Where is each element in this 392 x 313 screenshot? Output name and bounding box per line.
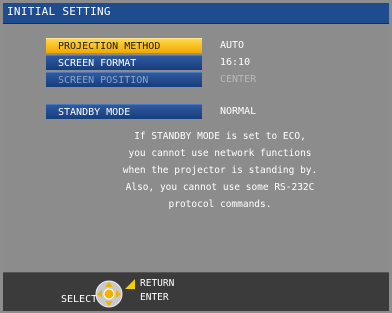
menu-row-screen-format[interactable]: SCREEN FORMAT 16:10 xyxy=(3,55,389,71)
projection-method-value: AUTO xyxy=(220,40,245,51)
screen-position-button: SCREEN POSITION xyxy=(46,72,202,87)
screen-format-value: 16:10 xyxy=(220,57,251,68)
control-hint-bar: SELECT RETURN ENTER xyxy=(3,272,389,311)
standby-note: If STANDBY MODE is set to ECO, you canno… xyxy=(60,128,380,213)
title-bar: INITIAL SETTING xyxy=(3,3,389,24)
menu-row-standby-mode[interactable]: STANDBY MODE NORMAL xyxy=(3,104,389,120)
standby-mode-button[interactable]: STANDBY MODE xyxy=(46,104,202,119)
note-line: protocol commands. xyxy=(168,199,272,210)
screen-format-button[interactable]: SCREEN FORMAT xyxy=(46,55,202,70)
enter-hint-label: ENTER xyxy=(140,292,169,303)
note-line: you cannot use network functions xyxy=(128,148,312,159)
screen-position-value: CENTER xyxy=(220,74,257,85)
initial-setting-window: INITIAL SETTING PROJECTION METHOD AUTO S… xyxy=(0,0,392,313)
projection-method-button[interactable]: PROJECTION METHOD xyxy=(46,38,202,53)
note-line: Also, you cannot use some RS-232C xyxy=(125,182,315,193)
menu-row-screen-position: SCREEN POSITION CENTER xyxy=(3,72,389,88)
select-hint-label: SELECT xyxy=(61,294,98,305)
note-line: If STANDBY MODE is set to ECO, xyxy=(134,131,306,142)
standby-mode-value: NORMAL xyxy=(220,106,257,117)
return-hint-label: RETURN xyxy=(140,278,175,289)
window-title: INITIAL SETTING xyxy=(7,5,111,18)
return-arrow-icon xyxy=(125,279,135,289)
directional-pad-icon xyxy=(95,280,123,308)
menu-row-projection-method[interactable]: PROJECTION METHOD AUTO xyxy=(3,38,389,54)
note-line: when the projector is standing by. xyxy=(122,165,318,176)
